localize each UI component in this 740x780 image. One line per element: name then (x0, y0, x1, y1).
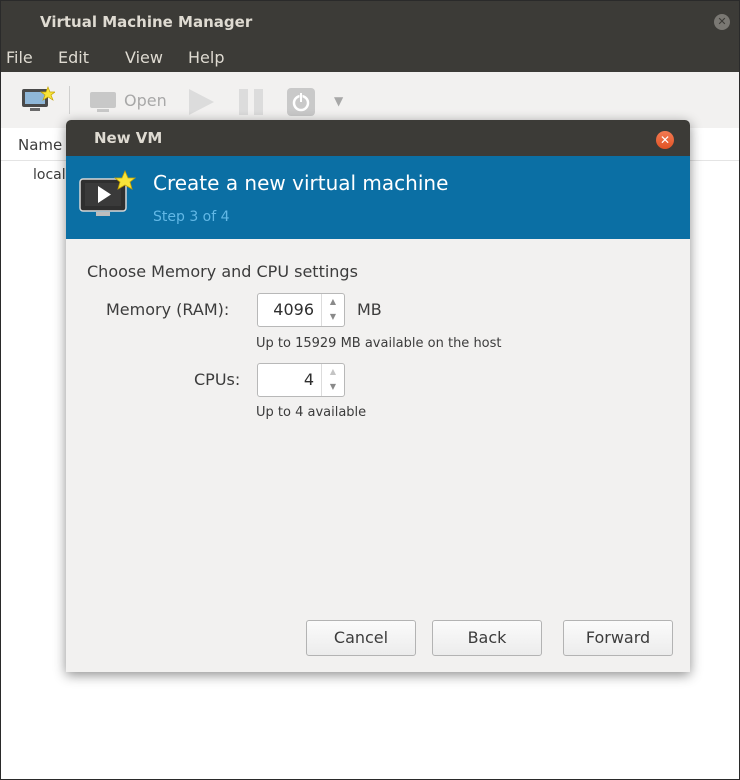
cpus-value[interactable]: 4 (304, 370, 314, 389)
play-icon[interactable] (186, 88, 216, 116)
dialog-close-icon[interactable]: ✕ (656, 131, 674, 149)
cpus-hint: Up to 4 available (256, 405, 367, 420)
menu-edit[interactable]: Edit (58, 48, 89, 67)
decrement-icon[interactable]: ▼ (322, 379, 344, 395)
cancel-button[interactable]: Cancel (306, 620, 416, 656)
power-icon[interactable] (287, 88, 315, 116)
virtual-machine-icon (79, 170, 137, 216)
titlebar: Virtual Machine Manager ✕ (1, 1, 739, 42)
back-button[interactable]: Back (432, 620, 542, 656)
menu-file[interactable]: File (6, 48, 33, 67)
open-button-label[interactable]: Open (124, 91, 167, 110)
menu-view[interactable]: View (125, 48, 163, 67)
new-vm-dialog: New VM ✕ Create a new virtual machine St… (66, 120, 690, 672)
menubar: File Edit View Help (1, 42, 739, 72)
memory-hint: Up to 15929 MB available on the host (256, 336, 502, 351)
computer-star-icon[interactable] (21, 86, 55, 114)
list-item[interactable]: local (33, 167, 66, 183)
monitor-icon[interactable] (89, 90, 119, 114)
spinner-buttons[interactable]: ▲ ▼ (321, 364, 344, 396)
memory-label: Memory (RAM): (106, 300, 230, 319)
window-title: Virtual Machine Manager (40, 13, 253, 31)
decrement-icon[interactable]: ▼ (322, 309, 344, 325)
menu-help[interactable]: Help (188, 48, 224, 67)
increment-icon[interactable]: ▲ (322, 294, 344, 310)
dropdown-arrow-icon[interactable]: ▼ (334, 94, 343, 108)
dialog-titlebar: New VM ✕ (66, 120, 690, 156)
banner-title: Create a new virtual machine (153, 171, 449, 195)
wizard-banner: Create a new virtual machine Step 3 of 4 (66, 156, 690, 239)
section-label: Choose Memory and CPU settings (87, 262, 358, 281)
toolbar-separator (69, 86, 70, 114)
column-name[interactable]: Name (18, 136, 62, 154)
dialog-body: Choose Memory and CPU settings Memory (R… (66, 239, 690, 672)
memory-spinbox[interactable]: 4096 ▲ ▼ (257, 293, 345, 327)
cpus-label: CPUs: (194, 370, 241, 389)
memory-unit: MB (357, 300, 382, 319)
memory-value[interactable]: 4096 (273, 300, 314, 319)
dialog-title: New VM (94, 129, 163, 147)
cpus-spinbox[interactable]: 4 ▲ ▼ (257, 363, 345, 397)
increment-icon[interactable]: ▲ (322, 364, 344, 380)
spinner-buttons[interactable]: ▲ ▼ (321, 294, 344, 326)
forward-button[interactable]: Forward (563, 620, 673, 656)
pause-icon[interactable] (237, 88, 267, 116)
banner-step: Step 3 of 4 (153, 209, 230, 225)
close-icon[interactable]: ✕ (714, 14, 730, 30)
